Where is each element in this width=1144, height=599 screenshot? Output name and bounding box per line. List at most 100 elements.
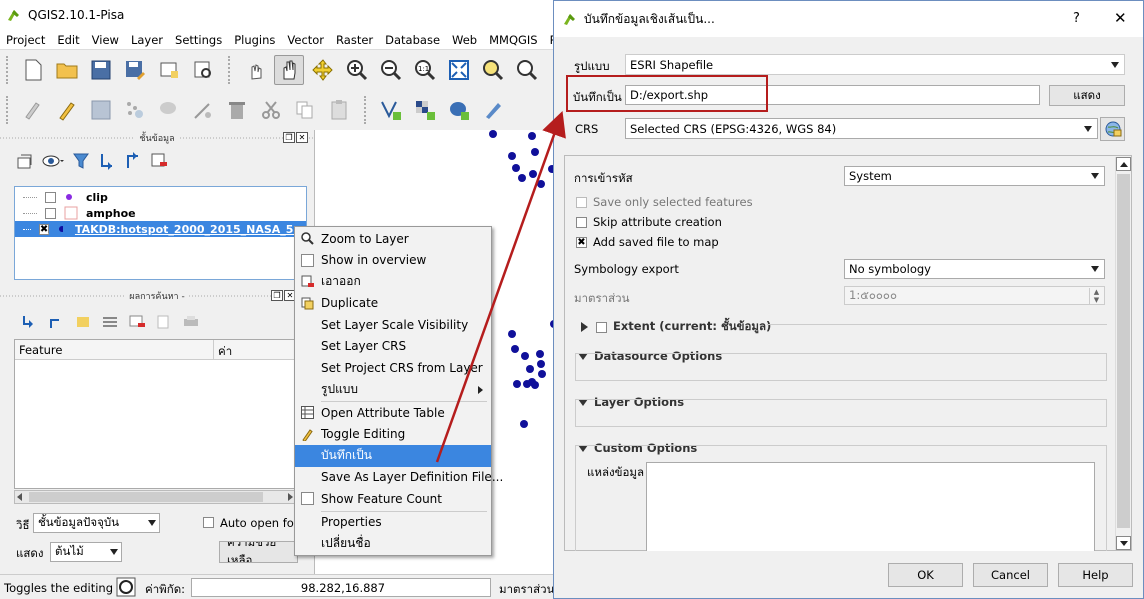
column-header-feature[interactable]: Feature	[15, 340, 214, 359]
menu-web[interactable]: Web	[446, 33, 483, 47]
touch-zoom-icon[interactable]	[240, 55, 270, 85]
crs-selector-button[interactable]	[1100, 117, 1125, 141]
composer-manager-icon[interactable]	[188, 55, 218, 85]
open-folder-icon[interactable]	[52, 55, 82, 85]
menu-item-show-feature-count[interactable]: Show Feature Count	[295, 488, 491, 510]
collapse-tree-icon[interactable]	[47, 314, 65, 330]
layer-visibility-checkbox[interactable]	[45, 207, 56, 219]
menu-item-set-project-crs[interactable]: Set Project CRS from Layer	[295, 357, 491, 379]
help-button[interactable]: Help	[1058, 563, 1133, 587]
layer-visibility-checkbox-checked[interactable]: ✖	[38, 223, 50, 235]
current-edits-icon[interactable]	[18, 95, 48, 125]
scroll-left-icon[interactable]	[17, 493, 22, 501]
menu-mmqgis[interactable]: MMQGIS	[483, 33, 544, 47]
encoding-select[interactable]: System	[844, 166, 1105, 186]
pan-map-icon[interactable]	[274, 55, 304, 85]
digitize-vertex-icon[interactable]	[376, 95, 406, 125]
menu-settings[interactable]: Settings	[169, 33, 228, 47]
view-select[interactable]: ต้นไม้	[50, 542, 122, 562]
crs-select[interactable]: Selected CRS (EPSG:4326, WGS 84)	[625, 118, 1098, 139]
identify-help-button[interactable]: ความช่วยเหลือ	[219, 541, 298, 563]
close-panel-icon[interactable]: ✕	[296, 132, 308, 143]
float-panel-icon[interactable]: ❐	[271, 290, 283, 301]
zoom-in-icon[interactable]	[342, 55, 372, 85]
layer-row-hotspot[interactable]: ✖ TAKDB:hotspot_2000_2015_NASA_5...	[15, 221, 306, 237]
zoom-native-icon[interactable]: 1:1	[410, 55, 440, 85]
menu-item-style[interactable]: รูปแบบ	[295, 379, 491, 401]
datasource-options-textarea[interactable]	[646, 462, 1095, 551]
render-toggle-icon[interactable]	[116, 577, 136, 597]
expand-all-icon[interactable]	[98, 152, 116, 170]
cut-features-icon[interactable]	[256, 95, 286, 125]
menu-vector[interactable]: Vector	[281, 33, 330, 47]
copy-features-icon[interactable]	[290, 95, 320, 125]
menu-item-toggle-editing[interactable]: Toggle Editing	[295, 424, 491, 446]
print-icon[interactable]	[182, 314, 200, 330]
copy-attributes-icon[interactable]	[155, 314, 173, 330]
add-wms-icon[interactable]	[478, 95, 508, 125]
clear-results-icon[interactable]	[128, 314, 146, 330]
menu-item-rename[interactable]: เปลี่ยนชื่อ	[295, 533, 491, 555]
menu-item-set-layer-crs[interactable]: Set Layer CRS	[295, 336, 491, 358]
move-feature-icon[interactable]	[154, 95, 184, 125]
new-project-icon[interactable]	[18, 55, 48, 85]
menu-project[interactable]: Project	[0, 33, 51, 47]
scroll-thumb[interactable]	[29, 492, 263, 502]
zoom-to-selection-icon[interactable]	[478, 55, 508, 85]
filter-icon[interactable]	[72, 152, 90, 170]
scroll-up-icon[interactable]	[1116, 157, 1131, 171]
save-as-icon[interactable]	[120, 55, 150, 85]
save-icon[interactable]	[86, 55, 116, 85]
add-group-icon[interactable]	[16, 152, 34, 170]
menu-item-zoom-to-layer[interactable]: Zoom to Layer	[295, 228, 491, 250]
scroll-right-icon[interactable]	[288, 493, 293, 501]
auto-open-form-checkbox[interactable]	[203, 517, 214, 528]
menu-item-open-attribute-table[interactable]: Open Attribute Table	[295, 402, 491, 424]
browse-button[interactable]: แสดง	[1049, 85, 1125, 106]
save-selected-checkbox[interactable]	[576, 197, 587, 208]
menu-item-show-in-overview[interactable]: Show in overview	[295, 250, 491, 272]
expand-tree-icon[interactable]	[20, 314, 38, 330]
new-print-composer-icon[interactable]	[154, 55, 184, 85]
paste-features-icon[interactable]	[324, 95, 354, 125]
collapse-all-icon[interactable]	[124, 152, 142, 170]
float-panel-icon[interactable]: ❐	[283, 132, 295, 143]
layer-visibility-checkbox[interactable]	[45, 191, 56, 203]
add-feature-icon[interactable]	[120, 95, 150, 125]
scroll-down-icon[interactable]	[1116, 536, 1131, 550]
help-question-icon[interactable]: ?	[1073, 11, 1080, 26]
menu-item-properties[interactable]: Properties	[295, 512, 491, 534]
layer-row-amphoe[interactable]: amphoe	[15, 205, 306, 221]
expand-new-results-icon[interactable]	[74, 314, 92, 330]
add-postgis-icon[interactable]	[444, 95, 474, 125]
column-header-value[interactable]: ค่า	[214, 340, 296, 359]
extent-checkbox[interactable]	[596, 321, 607, 333]
format-select[interactable]: ESRI Shapefile	[625, 54, 1125, 75]
zoom-out-icon[interactable]	[376, 55, 406, 85]
ok-button[interactable]: OK	[888, 563, 963, 587]
menu-raster[interactable]: Raster	[330, 33, 379, 47]
menu-item-set-layer-scale-visibility[interactable]: Set Layer Scale Visibility	[295, 314, 491, 336]
coordinate-field[interactable]: 98.282,16.887	[191, 578, 491, 597]
zoom-full-icon[interactable]	[444, 55, 474, 85]
layer-row-clip[interactable]: clip	[15, 189, 306, 205]
skip-attribute-checkbox[interactable]	[576, 217, 587, 228]
pan-to-selection-icon[interactable]	[308, 55, 338, 85]
zoom-to-layer-icon[interactable]	[512, 55, 542, 85]
extent-group-header[interactable]: Extent (current: ชั้นข้อมูล)	[581, 318, 771, 336]
node-tool-icon[interactable]	[188, 95, 218, 125]
scroll-thumb[interactable]	[1117, 174, 1130, 528]
mode-select[interactable]: ชั้นข้อมูลปัจจุบัน	[33, 513, 160, 533]
results-horizontal-scrollbar[interactable]	[14, 490, 297, 504]
add-saved-checkbox-checked[interactable]: ✖	[576, 237, 587, 248]
open-form-icon[interactable]	[101, 314, 119, 330]
menu-item-save-as[interactable]: บันทึกเป็น	[295, 445, 491, 467]
toggle-editing-icon[interactable]	[52, 95, 82, 125]
visibility-eye-icon[interactable]	[42, 152, 64, 170]
menu-database[interactable]: Database	[379, 33, 446, 47]
remove-layer-icon[interactable]	[150, 152, 168, 170]
menu-item-remove[interactable]: เอาออก	[295, 271, 491, 293]
menu-plugins[interactable]: Plugins	[228, 33, 281, 47]
delete-selected-icon[interactable]	[222, 95, 252, 125]
menu-item-duplicate[interactable]: Duplicate	[295, 293, 491, 315]
